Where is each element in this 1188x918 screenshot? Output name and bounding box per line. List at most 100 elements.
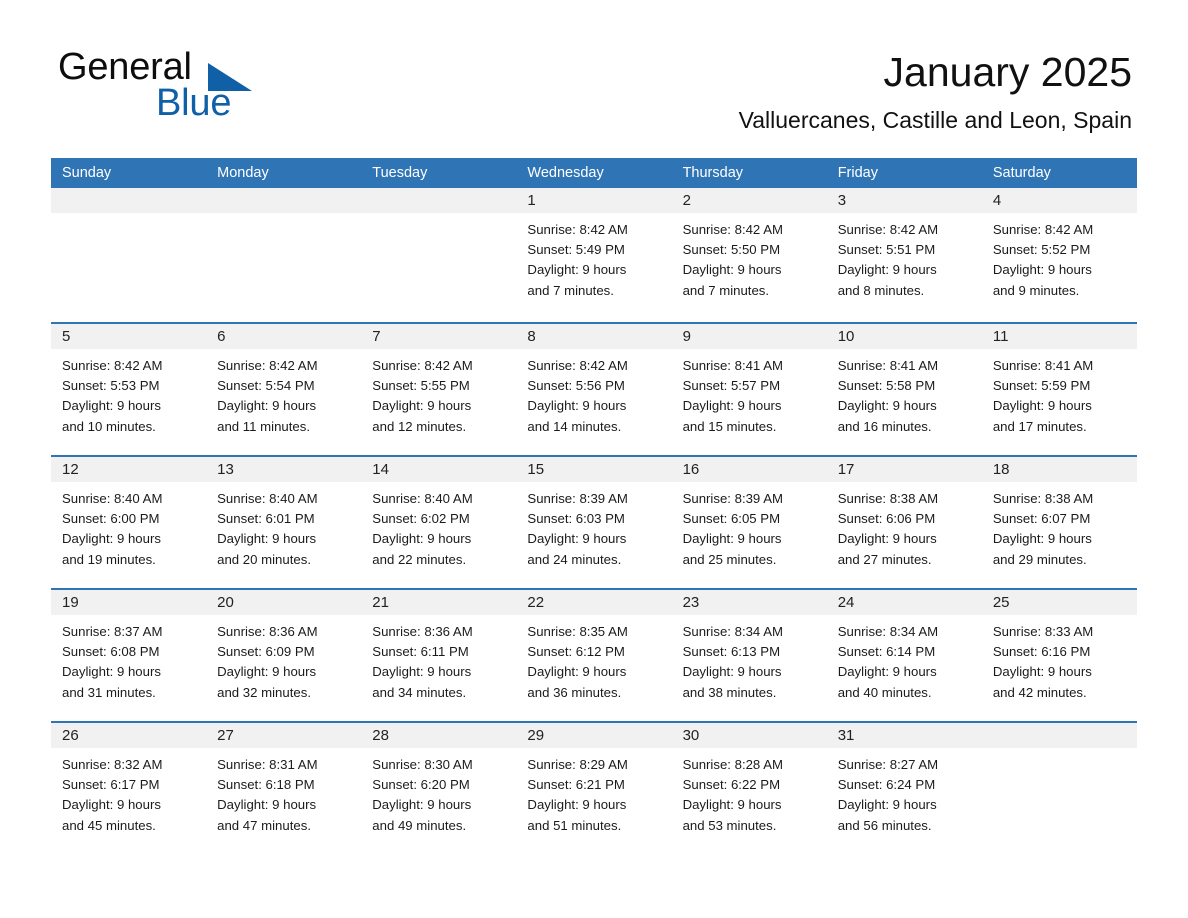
day-detail-line: Sunset: 6:03 PM — [527, 511, 625, 527]
day-details: Sunrise: 8:36 AM Sunset: 6:09 PM Daylight:… — [206, 615, 361, 703]
day-number: 11 — [992, 328, 1009, 345]
day-number: 5 — [62, 328, 71, 345]
day-detail-line: Daylight: 9 hours — [217, 531, 317, 547]
day-detail-line: Daylight: 9 hours — [527, 664, 627, 680]
calendar-day-cell[interactable]: 10 Sunrise: 8:41 AM Sunset: 5:58 PM Dayligh… — [826, 324, 982, 455]
day-number-band — [981, 723, 1137, 748]
day-details: Sunrise: 8:40 AM Sunset: 6:01 PM Daylight:… — [206, 482, 361, 570]
calendar-day-cell[interactable]: 9 Sunrise: 8:41 AM Sunset: 5:57 PM Daylight… — [671, 324, 827, 455]
day-detail-line: and 16 minutes. — [837, 418, 932, 434]
calendar-day-cell-empty — [981, 723, 1137, 854]
day-detail-line: Sunset: 6:00 PM — [62, 511, 160, 527]
day-detail-line: Daylight: 9 hours — [217, 664, 317, 680]
day-detail-line: Daylight: 9 hours — [837, 262, 937, 278]
day-detail-line: Sunrise: 8:34 AM — [682, 624, 783, 639]
day-detail-line: and 31 minutes. — [62, 684, 156, 700]
day-details: Sunrise: 8:35 AM Sunset: 6:12 PM Daylight:… — [516, 615, 671, 703]
calendar-day-cell[interactable]: 21 Sunrise: 8:36 AM Sunset: 6:11 PM Dayligh… — [361, 590, 517, 721]
day-detail-line: Daylight: 9 hours — [837, 797, 937, 813]
calendar-week-row: 12 Sunrise: 8:40 AM Sunset: 6:00 PM Dayligh… — [51, 455, 1137, 588]
day-detail-line: Sunrise: 8:41 AM — [682, 358, 783, 373]
calendar-day-cell[interactable]: 31 Sunrise: 8:27 AM Sunset: 6:24 PM Dayligh… — [826, 723, 982, 854]
day-details: Sunrise: 8:30 AM Sunset: 6:20 PM Daylight:… — [361, 748, 516, 836]
calendar-day-cell[interactable]: 30 Sunrise: 8:28 AM Sunset: 6:22 PM Dayligh… — [671, 723, 827, 854]
day-detail-line: Daylight: 9 hours — [992, 262, 1092, 278]
day-details: Sunrise: 8:42 AM Sunset: 5:56 PM Daylight:… — [516, 349, 671, 437]
calendar-day-cell[interactable]: 2 Sunrise: 8:42 AM Sunset: 5:50 PM Daylight… — [671, 188, 827, 322]
day-detail-line: Daylight: 9 hours — [682, 797, 782, 813]
day-detail-line: Daylight: 9 hours — [62, 664, 161, 680]
calendar-day-cell[interactable]: 15 Sunrise: 8:39 AM Sunset: 6:03 PM Dayligh… — [516, 457, 672, 588]
day-number: 24 — [837, 594, 855, 611]
calendar-day-cell[interactable]: 26 Sunrise: 8:32 AM Sunset: 6:17 PM Dayligh… — [51, 723, 207, 854]
calendar-day-cell[interactable]: 11 Sunrise: 8:41 AM Sunset: 5:59 PM Dayligh… — [981, 324, 1137, 455]
calendar-day-cell[interactable]: 22 Sunrise: 8:35 AM Sunset: 6:12 PM Dayligh… — [516, 590, 672, 721]
calendar-day-cell[interactable]: 13 Sunrise: 8:40 AM Sunset: 6:01 PM Dayligh… — [206, 457, 362, 588]
day-detail-line: and 42 minutes. — [992, 684, 1087, 700]
calendar-day-cell[interactable]: 23 Sunrise: 8:34 AM Sunset: 6:13 PM Dayligh… — [671, 590, 827, 721]
day-detail-line: Sunset: 5:50 PM — [682, 242, 781, 258]
day-detail-line: and 24 minutes. — [527, 551, 622, 567]
calendar-day-cell[interactable]: 25 Sunrise: 8:33 AM Sunset: 6:16 PM Dayligh… — [981, 590, 1137, 721]
day-number-band: 6 — [206, 324, 362, 349]
weekday-header-friday: Friday — [837, 165, 878, 181]
calendar-day-cell[interactable]: 19 Sunrise: 8:37 AM Sunset: 6:08 PM Dayligh… — [51, 590, 207, 721]
day-number: 3 — [837, 192, 847, 209]
calendar-day-cell[interactable]: 5 Sunrise: 8:42 AM Sunset: 5:53 PM Daylight… — [51, 324, 207, 455]
calendar-day-cell[interactable]: 16 Sunrise: 8:39 AM Sunset: 6:05 PM Dayligh… — [671, 457, 827, 588]
day-details: Sunrise: 8:37 AM Sunset: 6:08 PM Daylight:… — [51, 615, 206, 703]
day-number-band — [206, 188, 362, 213]
day-detail-line: Sunrise: 8:42 AM — [527, 358, 628, 373]
day-number-band: 19 — [51, 590, 207, 615]
day-number: 13 — [217, 461, 234, 478]
day-detail-line: Sunset: 6:17 PM — [62, 777, 160, 793]
day-detail-line: Sunset: 6:12 PM — [527, 644, 625, 660]
calendar-day-cell[interactable]: 1 Sunrise: 8:42 AM Sunset: 5:49 PM Daylight… — [516, 188, 672, 322]
day-detail-line: Sunset: 6:16 PM — [992, 644, 1091, 660]
day-number-band: 5 — [51, 324, 207, 349]
day-details: Sunrise: 8:29 AM Sunset: 6:21 PM Daylight:… — [516, 748, 671, 836]
day-detail-line: Daylight: 9 hours — [682, 398, 782, 414]
day-number-band — [361, 188, 517, 213]
day-details: Sunrise: 8:27 AM Sunset: 6:24 PM Daylight:… — [827, 748, 982, 836]
calendar-day-cell[interactable]: 4 Sunrise: 8:42 AM Sunset: 5:52 PM Daylight… — [981, 188, 1137, 322]
day-number-band: 30 — [671, 723, 827, 748]
day-number: 14 — [372, 461, 389, 478]
calendar-day-cell[interactable]: 7 Sunrise: 8:42 AM Sunset: 5:55 PM Daylight… — [361, 324, 517, 455]
weekday-header-tuesday: Tuesday — [372, 165, 428, 181]
general-blue-logo[interactable]: General Blue — [58, 47, 388, 123]
calendar-day-cell[interactable]: 3 Sunrise: 8:42 AM Sunset: 5:51 PM Daylight… — [826, 188, 982, 322]
calendar-day-cell[interactable]: 12 Sunrise: 8:40 AM Sunset: 6:00 PM Dayligh… — [51, 457, 207, 588]
day-detail-line: Sunrise: 8:37 AM — [62, 624, 163, 639]
calendar-day-cell[interactable]: 18 Sunrise: 8:38 AM Sunset: 6:07 PM Dayligh… — [981, 457, 1137, 588]
day-details: Sunrise: 8:36 AM Sunset: 6:11 PM Daylight:… — [361, 615, 516, 703]
weekday-header-saturday: Saturday — [992, 165, 1051, 181]
day-detail-line: Daylight: 9 hours — [62, 531, 161, 547]
calendar-day-cell[interactable]: 27 Sunrise: 8:31 AM Sunset: 6:18 PM Dayligh… — [206, 723, 362, 854]
day-details: Sunrise: 8:42 AM Sunset: 5:50 PM Daylight:… — [672, 213, 827, 301]
day-number-band: 22 — [516, 590, 672, 615]
day-number: 25 — [992, 594, 1010, 611]
calendar-week-row: 5 Sunrise: 8:42 AM Sunset: 5:53 PM Daylight… — [51, 322, 1137, 455]
calendar-day-cell[interactable]: 8 Sunrise: 8:42 AM Sunset: 5:56 PM Daylight… — [516, 324, 672, 455]
location-subtitle: Valluercanes, Castille and Leon, Spain — [738, 107, 1132, 133]
calendar-day-cell[interactable]: 28 Sunrise: 8:30 AM Sunset: 6:20 PM Dayligh… — [361, 723, 517, 854]
day-details: Sunrise: 8:39 AM Sunset: 6:05 PM Daylight:… — [672, 482, 827, 570]
day-details: Sunrise: 8:39 AM Sunset: 6:03 PM Daylight:… — [516, 482, 671, 570]
day-detail-line: Daylight: 9 hours — [372, 664, 472, 680]
day-detail-line: Daylight: 9 hours — [527, 262, 627, 278]
calendar-day-cell[interactable]: 29 Sunrise: 8:29 AM Sunset: 6:21 PM Dayligh… — [516, 723, 672, 854]
calendar-day-cell[interactable]: 6 Sunrise: 8:42 AM Sunset: 5:54 PM Daylight… — [206, 324, 362, 455]
day-detail-line: Daylight: 9 hours — [527, 398, 627, 414]
day-detail-line: Daylight: 9 hours — [992, 664, 1092, 680]
day-number-band: 29 — [516, 723, 672, 748]
day-detail-line: Sunrise: 8:42 AM — [372, 358, 473, 373]
day-detail-line: Sunrise: 8:39 AM — [527, 491, 628, 506]
day-number-band: 28 — [361, 723, 517, 748]
calendar-day-cell[interactable]: 24 Sunrise: 8:34 AM Sunset: 6:14 PM Dayligh… — [826, 590, 982, 721]
calendar-day-cell[interactable]: 20 Sunrise: 8:36 AM Sunset: 6:09 PM Dayligh… — [206, 590, 362, 721]
calendar-day-cell[interactable]: 14 Sunrise: 8:40 AM Sunset: 6:02 PM Dayligh… — [361, 457, 517, 588]
calendar-day-cell[interactable]: 17 Sunrise: 8:38 AM Sunset: 6:06 PM Dayligh… — [826, 457, 982, 588]
day-detail-line: Sunset: 6:06 PM — [837, 511, 936, 527]
day-detail-line: Sunrise: 8:42 AM — [62, 358, 163, 373]
